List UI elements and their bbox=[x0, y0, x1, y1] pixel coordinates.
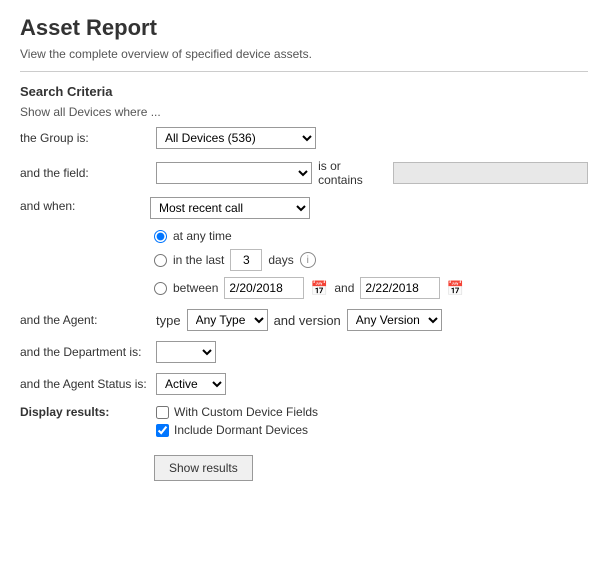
info-icon: i bbox=[300, 252, 316, 268]
group-label: the Group is: bbox=[20, 131, 150, 145]
radio-between[interactable] bbox=[154, 282, 167, 295]
section-title: Search Criteria bbox=[20, 84, 588, 99]
radio-in-last-label: in the last bbox=[173, 253, 224, 267]
page-subtitle: View the complete overview of specified … bbox=[20, 47, 588, 61]
custom-fields-checkbox[interactable] bbox=[156, 406, 169, 419]
when-select[interactable]: Most recent call bbox=[150, 197, 310, 219]
field-label: and the field: bbox=[20, 166, 150, 180]
dormant-label: Include Dormant Devices bbox=[174, 423, 308, 437]
agent-version-prefix: and version bbox=[274, 313, 341, 328]
page-title: Asset Report bbox=[20, 15, 588, 41]
status-row: and the Agent Status is: Active bbox=[20, 373, 588, 395]
agent-type-select[interactable]: Any Type bbox=[187, 309, 268, 331]
divider bbox=[20, 71, 588, 72]
calendar-start-icon[interactable]: 📅 bbox=[310, 279, 328, 297]
field-row: and the field: is or contains bbox=[20, 159, 588, 187]
display-results-label: Display results: bbox=[20, 405, 150, 419]
date-end-input[interactable] bbox=[360, 277, 440, 299]
radio-between-row: between 📅 and 📅 bbox=[154, 277, 588, 299]
agent-row: and the Agent: type Any Type and version… bbox=[20, 309, 588, 331]
days-input[interactable] bbox=[230, 249, 262, 271]
radio-between-label: between bbox=[173, 281, 218, 295]
group-row: the Group is: All Devices (536) bbox=[20, 127, 588, 149]
dormant-checkbox[interactable] bbox=[156, 424, 169, 437]
display-results-row: Display results: With Custom Device Fiel… bbox=[20, 405, 588, 437]
radio-in-last-row: in the last days i bbox=[154, 249, 588, 271]
contains-input[interactable] bbox=[393, 162, 588, 184]
status-select[interactable]: Active bbox=[156, 373, 226, 395]
agent-version-select[interactable]: Any Version bbox=[347, 309, 442, 331]
status-label: and the Agent Status is: bbox=[20, 377, 150, 391]
department-label: and the Department is: bbox=[20, 345, 150, 359]
radio-group: at any time in the last days i between 📅… bbox=[154, 229, 588, 299]
radio-any-time[interactable] bbox=[154, 230, 167, 243]
custom-fields-label: With Custom Device Fields bbox=[174, 405, 318, 419]
date-start-input[interactable] bbox=[224, 277, 304, 299]
group-select[interactable]: All Devices (536) bbox=[156, 127, 316, 149]
is-or-contains-label: is or contains bbox=[318, 159, 387, 187]
radio-in-last[interactable] bbox=[154, 254, 167, 267]
calendar-end-icon[interactable]: 📅 bbox=[446, 279, 464, 297]
dormant-row: Include Dormant Devices bbox=[156, 423, 318, 437]
when-label: and when: bbox=[20, 197, 150, 213]
agent-label: and the Agent: bbox=[20, 313, 150, 327]
show-all-label: Show all Devices where ... bbox=[20, 105, 588, 119]
date-and-label: and bbox=[334, 281, 354, 295]
show-results-button[interactable]: Show results bbox=[154, 455, 253, 481]
agent-type-prefix: type bbox=[156, 313, 181, 328]
radio-any-time-row: at any time bbox=[154, 229, 588, 243]
department-row: and the Department is: bbox=[20, 341, 588, 363]
department-select[interactable] bbox=[156, 341, 216, 363]
field-select[interactable] bbox=[156, 162, 312, 184]
custom-fields-row: With Custom Device Fields bbox=[156, 405, 318, 419]
checkbox-group: With Custom Device Fields Include Dorman… bbox=[156, 405, 318, 437]
radio-any-time-label: at any time bbox=[173, 229, 232, 243]
days-label: days bbox=[268, 253, 293, 267]
when-block: Most recent call bbox=[150, 197, 310, 219]
when-row: and when: Most recent call bbox=[20, 197, 588, 219]
